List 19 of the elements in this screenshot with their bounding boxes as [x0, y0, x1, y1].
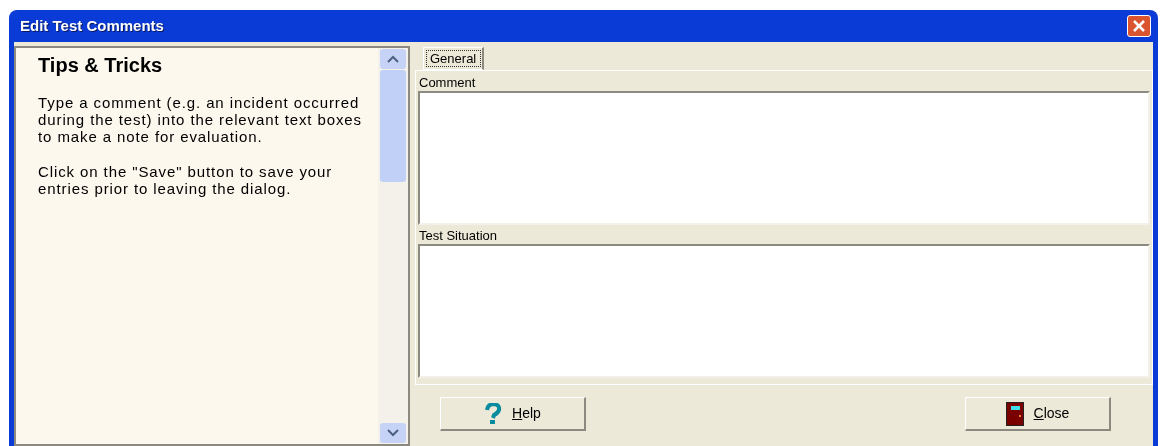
text-area[interactable] — [418, 91, 1150, 225]
close-button[interactable] — [1127, 15, 1151, 37]
question-mark-icon — [484, 402, 503, 425]
tips-heading: Tips & Tricks — [38, 53, 164, 78]
close-icon — [1132, 19, 1146, 33]
tips-paragraph: Type a comment (e.g. an incident occurred during the test) into the relevant text boxes to make a note for evaluation. — [38, 94, 363, 145]
close-button[interactable]: Close — [965, 397, 1111, 431]
field-label: Comment — [418, 75, 477, 91]
scroll-thumb[interactable] — [380, 70, 406, 182]
window-title: Edit Test Comments — [20, 15, 164, 36]
tab[interactable]: General — [423, 47, 485, 70]
tips-paragraph: Click on the "Save" button to save your entries prior to leaving the dialog. — [38, 163, 334, 197]
help-button[interactable]: Help — [440, 397, 586, 431]
field-label: Test Situation — [418, 228, 499, 244]
scroll-up-icon[interactable] — [380, 49, 406, 69]
scrollbar[interactable] — [378, 48, 408, 444]
door-icon — [1005, 401, 1024, 426]
text-area[interactable] — [418, 244, 1150, 378]
scroll-down-icon[interactable] — [380, 423, 406, 443]
